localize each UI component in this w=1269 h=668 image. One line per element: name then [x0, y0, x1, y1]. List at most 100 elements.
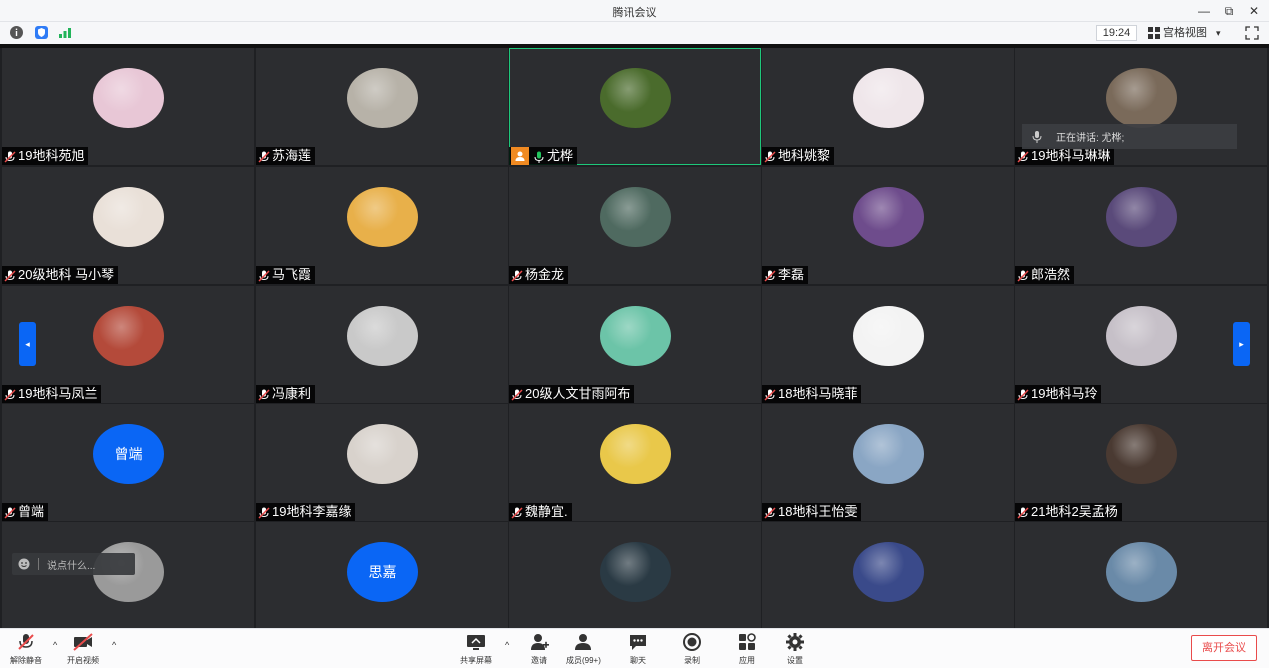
minimize-button[interactable]: —: [1194, 2, 1214, 20]
participant-tile[interactable]: 郎浩然: [1015, 167, 1267, 284]
participant-name: 19地科苑旭: [18, 148, 85, 163]
avatar: 思嘉: [347, 542, 418, 602]
participant-name-bar: 21地科2吴孟杨: [1015, 503, 1122, 521]
avatar: [853, 187, 924, 247]
security-shield-icon[interactable]: [35, 26, 48, 39]
speaking-indicator: 正在讲话: 尤桦;: [1022, 124, 1237, 149]
chat-icon: [627, 631, 649, 653]
participant-tile[interactable]: 马飞霞: [256, 167, 508, 284]
video-options-caret[interactable]: ^: [112, 640, 116, 650]
participant-name: 18地科马晓菲: [778, 386, 858, 401]
members-button[interactable]: 成员(99+): [566, 631, 601, 666]
participant-tile[interactable]: 冯康利: [256, 286, 508, 403]
participant-tile[interactable]: [1015, 522, 1267, 628]
participant-tile[interactable]: 思嘉: [256, 522, 508, 628]
participant-name: 19地科马玲: [1031, 386, 1098, 401]
microphone-muted-icon: [764, 150, 776, 163]
settings-button[interactable]: 设置: [784, 631, 806, 666]
participant-name-bar: 19地科马玲: [1015, 385, 1102, 403]
info-icon[interactable]: [10, 26, 23, 39]
participant-name-bar: 马飞霞: [256, 266, 316, 284]
fullscreen-icon[interactable]: [1244, 25, 1260, 41]
participant-tile[interactable]: [2, 522, 254, 628]
avatar: [93, 187, 164, 247]
participant-tile[interactable]: 魏静宜.: [509, 404, 761, 521]
participant-name: 苏海莲: [272, 148, 312, 163]
share-screen-icon: [465, 631, 487, 653]
participant-name-bar: 19地科苑旭: [2, 147, 89, 165]
participant-tile[interactable]: 18地科王怡雯: [762, 404, 1014, 521]
participant-name: 地科姚黎: [778, 148, 831, 163]
participant-tile[interactable]: 20级地科 马小琴: [2, 167, 254, 284]
participant-tile[interactable]: 19地科马凤兰: [2, 286, 254, 403]
unmute-button[interactable]: 解除静音: [10, 631, 42, 666]
participant-name-bar: 18地科王怡雯: [762, 503, 862, 521]
speaking-label: 正在讲话: 尤桦;: [1056, 133, 1125, 144]
bottom-toolbar: 解除静音 ^ 开启视频 ^ 共享屏幕 ^ 邀请 成员(99+) 聊天 录制 应用…: [0, 628, 1269, 668]
participant-tile[interactable]: 杨金龙: [509, 167, 761, 284]
leave-meeting-button[interactable]: 离开会议: [1191, 635, 1257, 661]
participant-tile[interactable]: 19地科马玲: [1015, 286, 1267, 403]
avatar: [600, 68, 671, 128]
participant-tile[interactable]: 21地科2吴孟杨: [1015, 404, 1267, 521]
microphone-muted-icon: [4, 269, 16, 282]
microphone-muted-icon: [764, 506, 776, 519]
microphone-muted-icon: [4, 150, 16, 163]
start-video-button[interactable]: 开启视频: [67, 631, 99, 666]
host-icon: [511, 147, 529, 165]
emoji-icon[interactable]: [18, 558, 30, 570]
restore-button[interactable]: ⧉: [1219, 2, 1239, 20]
participant-tile[interactable]: 18地科马晓菲: [762, 286, 1014, 403]
microphone-muted-icon: [764, 388, 776, 401]
participant-tile[interactable]: 地科姚黎: [762, 48, 1014, 165]
invite-button[interactable]: 邀请: [528, 631, 550, 666]
share-screen-label: 共享屏幕: [460, 656, 492, 665]
close-button[interactable]: ✕: [1244, 2, 1264, 20]
meeting-info-bar: 19:24 宫格视图 ▾: [0, 22, 1269, 44]
audio-options-caret[interactable]: ^: [53, 640, 57, 650]
record-button[interactable]: 录制: [681, 631, 703, 666]
title-bar: 腾讯会议 — ⧉ ✕: [0, 0, 1269, 22]
participant-tile[interactable]: 李磊: [762, 167, 1014, 284]
microphone-muted-icon: [1017, 506, 1029, 519]
start-video-label: 开启视频: [67, 656, 99, 665]
participant-tile[interactable]: [509, 522, 761, 628]
next-page-button[interactable]: ▸: [1233, 322, 1250, 366]
avatar: [347, 424, 418, 484]
view-mode-dropdown[interactable]: 宫格视图 ▾: [1148, 25, 1221, 41]
participant-name: 19地科李嘉缘: [272, 504, 352, 519]
participant-tile[interactable]: 尤桦: [509, 48, 761, 165]
microphone-muted-icon: [1017, 388, 1029, 401]
participant-name: 冯康利: [272, 386, 312, 401]
participant-name: 李磊: [778, 267, 805, 282]
participant-tile[interactable]: 20级人文甘雨阿布: [509, 286, 761, 403]
participant-name: 19地科马琳琳: [1031, 148, 1111, 163]
microphone-muted-icon: [15, 631, 37, 653]
members-icon: [572, 631, 594, 653]
window-title: 腾讯会议: [612, 7, 657, 19]
record-label: 录制: [684, 656, 700, 665]
avatar: 曾端: [93, 424, 164, 484]
participant-name: 尤桦: [547, 148, 574, 163]
avatar: [853, 68, 924, 128]
members-label: 成员(99+): [566, 656, 601, 665]
avatar: [853, 424, 924, 484]
network-signal-icon[interactable]: [58, 26, 71, 39]
microphone-muted-icon: [511, 269, 523, 282]
microphone-muted-icon: [4, 506, 16, 519]
participant-tile[interactable]: 19地科苑旭: [2, 48, 254, 165]
share-options-caret[interactable]: ^: [505, 640, 509, 650]
prev-page-button[interactable]: ◂: [19, 322, 36, 366]
avatar: [600, 542, 671, 602]
chat-quick-input[interactable]: 说点什么...: [12, 553, 135, 575]
divider: [38, 558, 39, 570]
chat-button[interactable]: 聊天: [627, 631, 649, 666]
avatar: [93, 68, 164, 128]
share-screen-button[interactable]: 共享屏幕: [460, 631, 492, 666]
participant-tile[interactable]: 苏海莲: [256, 48, 508, 165]
participant-tile[interactable]: 曾端 曾端: [2, 404, 254, 521]
apps-button[interactable]: 应用: [736, 631, 758, 666]
participant-tile[interactable]: [762, 522, 1014, 628]
participant-tile[interactable]: 19地科李嘉缘: [256, 404, 508, 521]
participant-name-bar: 19地科马凤兰: [2, 385, 102, 403]
